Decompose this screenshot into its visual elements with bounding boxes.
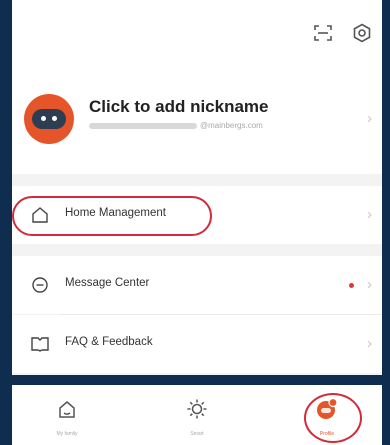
tab-label-smart: Smart	[190, 431, 204, 437]
settings-icon[interactable]	[351, 22, 373, 44]
tab-label-my-family: My family	[56, 431, 78, 437]
account-email-suffix: @mainbergs.com	[200, 121, 263, 130]
menu-label-faq-feedback: FAQ & Feedback	[65, 336, 153, 348]
avatar-face	[32, 109, 66, 129]
avatar-eye-left	[41, 116, 46, 121]
tab-my-family[interactable]: My family	[12, 385, 122, 445]
chevron-right-icon: ›	[367, 110, 372, 127]
avatar-eye-right	[52, 116, 57, 121]
sun-icon	[187, 399, 207, 419]
highlight-annotation-profile-tab	[304, 393, 362, 443]
scan-icon[interactable]	[312, 22, 334, 44]
profile-card[interactable]: Click to add nickname @mainbergs.com ›	[12, 66, 382, 174]
top-bar	[12, 0, 382, 66]
nickname-label[interactable]: Click to add nickname	[89, 97, 269, 117]
book-icon	[30, 334, 50, 354]
menu-label-message-center: Message Center	[65, 277, 150, 289]
home-icon	[59, 401, 75, 418]
chevron-right-icon: ›	[367, 335, 372, 352]
unread-dot	[349, 283, 354, 288]
account-email: @mainbergs.com	[89, 121, 263, 130]
chevron-right-icon: ›	[367, 206, 372, 223]
tab-smart[interactable]: Smart	[142, 385, 252, 445]
app-screen: Click to add nickname @mainbergs.com › H…	[12, 0, 382, 375]
chevron-right-icon: ›	[367, 276, 372, 293]
menu-item-faq-feedback[interactable]: FAQ & Feedback ›	[12, 315, 382, 373]
redacted-email	[89, 122, 197, 129]
robot-avatar[interactable]	[24, 94, 74, 144]
chat-bubble-icon	[30, 275, 50, 295]
menu-item-message-center[interactable]: Message Center ›	[12, 256, 382, 314]
highlight-annotation-home-management	[12, 196, 212, 236]
